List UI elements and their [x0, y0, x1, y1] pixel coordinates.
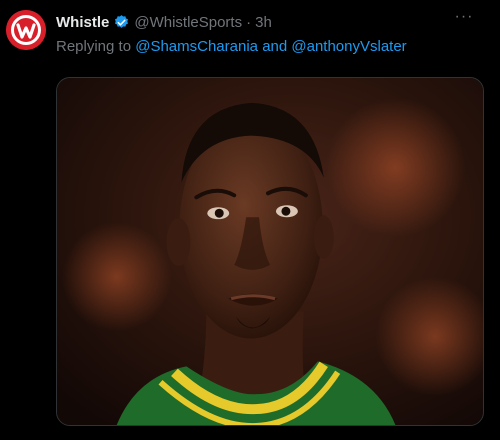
- tweet-header: Whistle @WhistleSports · 3h: [56, 12, 272, 32]
- more-options-icon[interactable]: ···: [454, 9, 474, 30]
- tweet[interactable]: Whistle @WhistleSports · 3h ··· Replying…: [0, 0, 500, 440]
- tweet-timestamp[interactable]: 3h: [255, 14, 272, 31]
- reply-mention-shams[interactable]: @ShamsCharania: [135, 38, 258, 55]
- header-separator: ·: [246, 13, 252, 31]
- reply-context: Replying to @ShamsCharania and @anthonyV…: [56, 38, 407, 55]
- author-name[interactable]: Whistle: [56, 14, 109, 31]
- verified-badge-icon: [113, 14, 130, 31]
- player-photo: [57, 78, 483, 425]
- tweet-photo[interactable]: [56, 77, 484, 426]
- avatar[interactable]: [6, 10, 46, 50]
- reply-prefix: Replying to: [56, 38, 132, 55]
- author-handle[interactable]: @WhistleSports: [134, 14, 242, 31]
- whistle-logo-icon: [6, 10, 46, 50]
- reply-mention-slater[interactable]: @anthonyVslater: [291, 38, 406, 55]
- reply-and: and: [262, 38, 288, 55]
